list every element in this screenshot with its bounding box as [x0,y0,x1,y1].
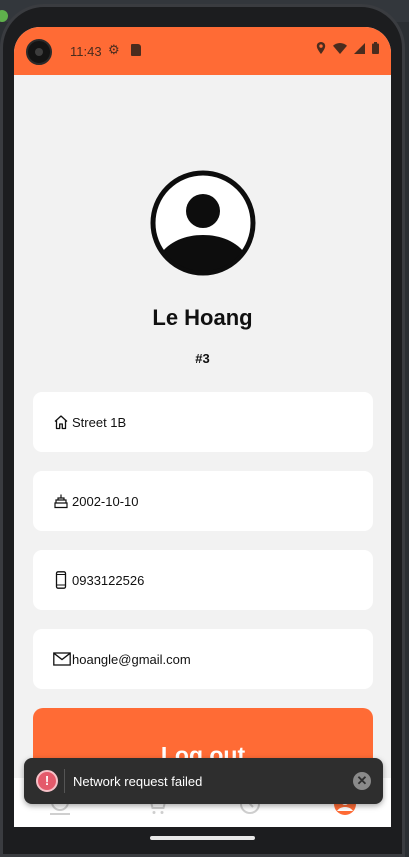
address-text: Street 1B [72,414,127,430]
battery-icon [372,42,379,54]
profile-avatar-icon[interactable] [149,169,257,277]
home-indicator[interactable] [150,836,255,840]
phone-frame: 11:43 ⚙ Le Hoang #3 Street 1B 2002-10-10… [0,4,405,857]
status-icons [316,42,379,54]
profile-name: Le Hoang [152,305,253,330]
front-camera [26,39,52,65]
birthday-cake-icon [53,492,71,510]
mail-icon [53,650,71,668]
app-screen: 11:43 ⚙ Le Hoang #3 Street 1B 2002-10-10… [14,27,391,827]
birthday-text: 2002-10-10 [72,493,139,509]
phone-card: 0933122526 [33,550,373,610]
email-text: hoangle@gmail.com [72,651,191,667]
sd-card-icon [131,44,141,56]
location-icon [316,42,326,54]
settings-gear-icon: ⚙ [108,42,120,57]
cellular-signal-icon [354,42,365,54]
birthday-card: 2002-10-10 [33,471,373,531]
address-card: Street 1B [33,392,373,452]
toast-divider [64,769,65,793]
error-toast: ! Network request failed ✕ [24,758,383,804]
phone-text: 0933122526 [72,572,145,588]
home-icon [53,413,71,431]
mobile-phone-icon [53,571,71,589]
toast-message: Network request failed [73,774,203,789]
wifi-icon [333,42,347,54]
close-icon[interactable]: ✕ [353,772,371,790]
status-bar: 11:43 ⚙ [14,27,391,75]
profile-user-id: #3 [195,351,210,366]
status-time: 11:43 [70,44,102,59]
email-card: hoangle@gmail.com [33,629,373,689]
error-icon: ! [36,770,58,792]
